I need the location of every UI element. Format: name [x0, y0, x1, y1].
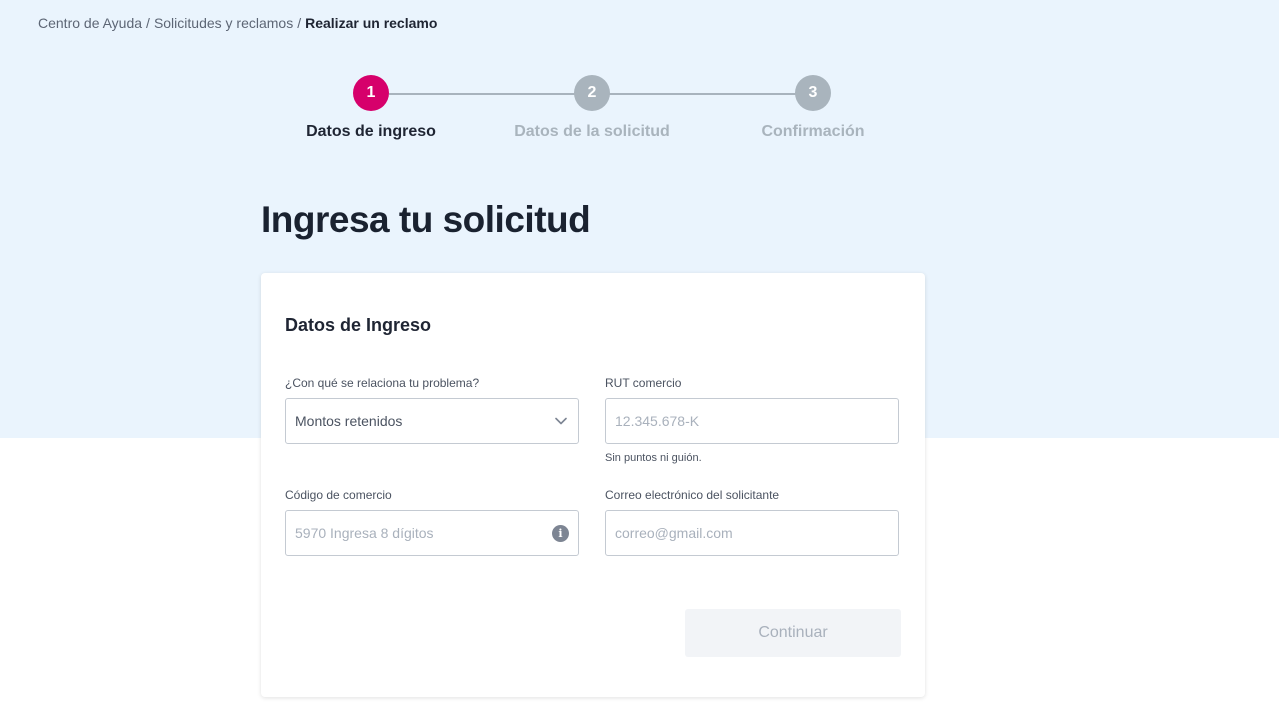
step-connector — [609, 93, 797, 95]
step-1-label: Datos de ingreso — [306, 123, 436, 140]
commerce-code-label: Código de comercio — [285, 488, 392, 502]
problem-select-value: Montos retenidos — [295, 413, 403, 429]
email-label: Correo electrónico del solicitante — [605, 488, 780, 502]
step-1-indicator: 1 — [353, 75, 389, 111]
problem-select[interactable]: Montos retenidos — [285, 398, 579, 444]
progress-stepper: 1 2 3 Datos de ingreso Datos de la solic… — [0, 0, 1279, 160]
email-input[interactable] — [615, 525, 889, 541]
page-title: Ingresa tu solicitud — [261, 199, 591, 240]
info-icon[interactable]: i — [552, 524, 569, 542]
form-title: Datos de Ingreso — [285, 315, 432, 335]
rut-input[interactable] — [615, 413, 889, 429]
rut-label: RUT comercio — [605, 376, 682, 390]
step-3-indicator: 3 — [795, 75, 831, 111]
form-card: Datos de Ingreso ¿Con qué se relaciona t… — [261, 273, 925, 697]
email-field-wrapper — [605, 510, 899, 556]
commerce-code-field-wrapper: i — [285, 510, 579, 556]
continue-button[interactable]: Continuar — [685, 609, 901, 657]
step-2-label: Datos de la solicitud — [514, 123, 670, 140]
step-3-label: Confirmación — [761, 123, 865, 140]
chevron-down-icon — [553, 413, 569, 429]
problem-label: ¿Con qué se relaciona tu problema? — [285, 376, 480, 390]
step-connector — [389, 93, 575, 95]
step-2-indicator: 2 — [574, 75, 610, 111]
commerce-code-input[interactable] — [295, 525, 552, 541]
rut-hint: Sin puntos ni guión. — [605, 452, 702, 464]
rut-field-wrapper — [605, 398, 899, 444]
